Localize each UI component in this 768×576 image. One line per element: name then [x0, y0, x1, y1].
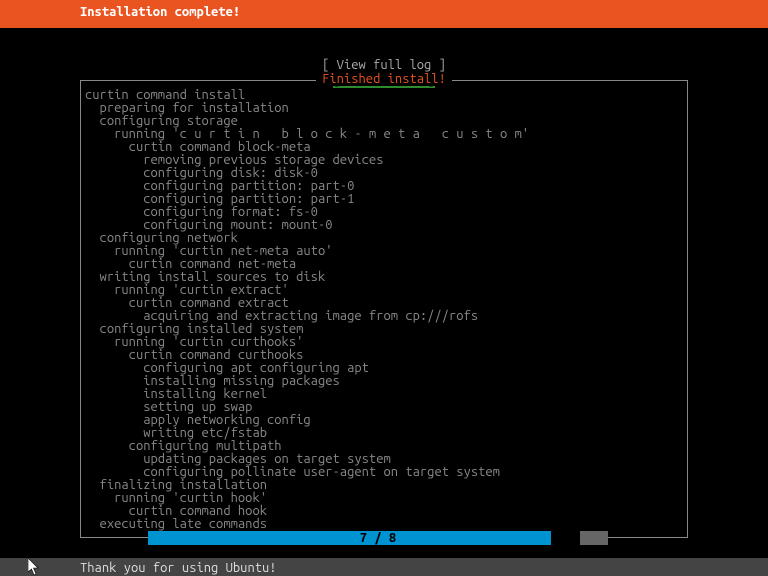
view-full-log-button[interactable]: [ View full log ] [322, 58, 446, 73]
install-log-panel: Finished install! curtin command install… [80, 80, 688, 538]
footer-bar: Thank you for using Ubuntu! [0, 558, 768, 576]
main-area: Finished install! curtin command install… [0, 58, 768, 562]
install-log: curtin command install preparing for ins… [81, 81, 687, 537]
header-bar: Installation complete! [0, 0, 768, 28]
header-title: Installation complete! [80, 5, 240, 19]
progress-label: 7 / 8 [148, 532, 608, 545]
progress-bar: 7 / 8 [0, 530, 768, 546]
footer-text: Thank you for using Ubuntu! [80, 561, 277, 575]
panel-title: Finished install! [81, 73, 687, 86]
